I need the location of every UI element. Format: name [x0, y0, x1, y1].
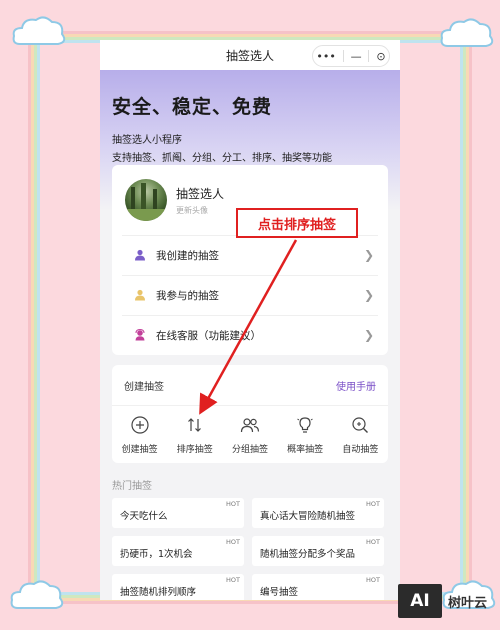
cloud-bottom-left	[10, 580, 64, 609]
hot-item-label: 编号抽签	[260, 587, 299, 598]
menu-item-service[interactable]: 在线客服（功能建议） ❯	[112, 315, 388, 355]
tool-label: 概率抽签	[287, 445, 324, 455]
tool-probability[interactable]: 概率抽签	[279, 415, 331, 455]
watermark-text: 树叶云	[448, 595, 488, 611]
hot-item-label: 抽签随机排列顺序	[120, 587, 197, 598]
hot-badge: HOT	[226, 500, 240, 508]
tool-label: 排序抽签	[176, 445, 213, 455]
hot-badge: HOT	[366, 576, 380, 584]
menu-item-created[interactable]: 我创建的抽签 ❯	[112, 235, 388, 275]
tool-sort[interactable]: 排序抽签	[169, 415, 221, 455]
bulb-icon	[297, 417, 313, 433]
hot-item[interactable]: 随机抽签分配多个奖品 HOT	[252, 536, 384, 566]
menu-item-label: 在线客服（功能建议）	[156, 329, 261, 342]
hot-item[interactable]: 真心话大冒险随机抽签 HOT	[252, 498, 384, 528]
hot-item-label: 真心话大冒险随机抽签	[260, 511, 356, 522]
hot-badge: HOT	[226, 576, 240, 584]
annotation-callout: 点击排序抽签	[236, 208, 358, 238]
plus-circle-icon	[130, 416, 149, 434]
tool-create[interactable]: 创建抽签	[114, 415, 166, 455]
chevron-right-icon: ❯	[363, 328, 374, 342]
hot-item[interactable]: 扔硬币，1次机会 HOT	[112, 536, 244, 566]
user-icon	[135, 249, 145, 261]
chevron-right-icon: ❯	[363, 248, 374, 262]
navbar: 抽签选人 ••• — ⊙	[100, 40, 400, 70]
minimize-icon[interactable]: —	[351, 50, 362, 63]
hero-subtitle: 抽签选人小程序	[112, 135, 182, 146]
menu-item-label: 我创建的抽签	[156, 249, 219, 262]
close-icon[interactable]: ⊙	[376, 50, 385, 63]
section-title: 创建抽签	[124, 382, 164, 393]
watermark: AI 树叶云	[398, 584, 487, 618]
hot-item-label: 今天吃什么	[120, 511, 168, 522]
menu-item-joined[interactable]: 我参与的抽签 ❯	[112, 275, 388, 315]
tool-auto[interactable]: 自动抽签	[334, 415, 386, 455]
tool-label: 创建抽签	[121, 445, 158, 455]
hot-item[interactable]: 抽签随机排列顺序 HOT	[112, 574, 244, 600]
create-card: 创建抽签 使用手册 创建抽签 排序抽签 分组抽签 概率抽签 自动抽签	[112, 365, 388, 463]
cloud-top-right	[440, 18, 494, 47]
tool-group[interactable]: 分组抽签	[224, 415, 276, 455]
more-icon[interactable]: •••	[316, 50, 335, 63]
avatar[interactable]	[125, 179, 167, 221]
tool-label: 分组抽签	[231, 445, 268, 455]
hot-item[interactable]: 编号抽签 HOT	[252, 574, 384, 600]
service-icon	[135, 329, 145, 341]
auto-icon	[352, 417, 369, 433]
hot-item-label: 随机抽签分配多个奖品	[260, 549, 356, 560]
frame-right	[460, 40, 472, 596]
hot-badge: HOT	[366, 538, 380, 546]
hot-item[interactable]: 今天吃什么 HOT	[112, 498, 244, 528]
cloud-top-left	[12, 16, 66, 45]
capsule-menu: ••• — ⊙	[312, 45, 390, 67]
capsule-separator	[342, 50, 344, 62]
nav-title: 抽签选人	[225, 48, 274, 63]
tool-row: 创建抽签 排序抽签 分组抽签 概率抽签 自动抽签	[112, 415, 388, 455]
group-icon	[240, 418, 260, 433]
update-avatar-link[interactable]: 更新头像	[176, 205, 208, 216]
divider	[112, 405, 388, 406]
menu-item-label: 我参与的抽签	[156, 289, 219, 302]
phone-screen: 抽签选人 ••• — ⊙ 安全、稳定、免费 抽签选人小程序 支持抽签、抓阄、分组…	[100, 40, 400, 600]
user-card: 抽签选人 更新头像 我创建的抽签 ❯ 我参与的抽签 ❯ 在线客服（功能建议） ❯	[112, 165, 388, 355]
sort-icon	[187, 418, 201, 432]
frame-left	[28, 40, 40, 596]
hot-badge: HOT	[226, 538, 240, 546]
watermark-logo: AI	[398, 584, 442, 618]
user-name: 抽签选人	[176, 187, 225, 201]
hero-title: 安全、稳定、免费	[112, 96, 273, 118]
tool-label: 自动抽签	[342, 445, 379, 455]
hero-features: 支持抽签、抓阄、分组、分工、排序、抽奖等功能	[112, 153, 332, 164]
hot-section-title: 热门抽签	[112, 481, 152, 492]
hot-item-label: 扔硬币，1次机会	[120, 549, 193, 560]
manual-link[interactable]: 使用手册	[336, 378, 376, 393]
chevron-right-icon: ❯	[363, 288, 374, 302]
capsule-separator	[368, 50, 370, 62]
hot-badge: HOT	[366, 500, 380, 508]
user-icon	[135, 289, 145, 301]
